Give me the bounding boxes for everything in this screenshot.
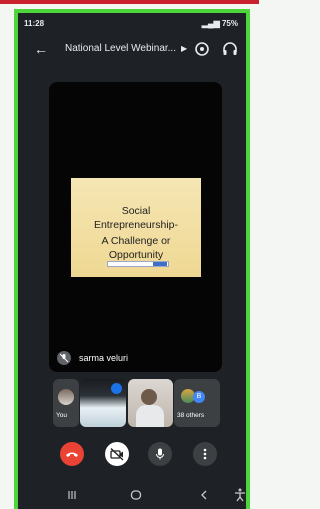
more-vert-icon (203, 448, 207, 460)
mic-toggle-button[interactable] (148, 442, 172, 466)
chevron-right-icon[interactable]: ▶ (181, 42, 187, 56)
app-header: ← National Level Webinar... ▶ (18, 41, 246, 61)
system-nav-bar (18, 487, 246, 505)
top-accent-bar (0, 0, 259, 4)
end-call-button[interactable] (60, 442, 84, 466)
slide-strip-button (153, 262, 167, 266)
tile-active-speaker[interactable] (80, 379, 126, 427)
avatar-initial: B (193, 391, 205, 403)
phone-hangup-icon (66, 452, 78, 457)
speaking-indicator-icon (111, 383, 122, 394)
mic-muted-icon (57, 351, 71, 365)
participant-strip: You B 38 others (53, 379, 223, 427)
slide-line-4: Opportunity (108, 249, 164, 261)
slide-line-2: Entrepreneurship- (93, 219, 179, 231)
tile-others[interactable]: B 38 others (174, 379, 220, 427)
status-time: 11:28 (24, 18, 45, 28)
presentation-view[interactable]: Social Entrepreneurship- A Challenge or … (49, 82, 222, 372)
tile-participant[interactable] (128, 379, 173, 427)
home-icon[interactable] (128, 487, 144, 503)
accessibility-icon[interactable] (232, 487, 246, 503)
slide-line-3: A Challenge or (101, 235, 171, 247)
mic-icon (156, 448, 164, 460)
call-controls (18, 442, 246, 466)
participant-head (141, 389, 157, 405)
signal-icon: ▂▄▆ (201, 18, 222, 28)
slide: Social Entrepreneurship- A Challenge or … (71, 178, 201, 277)
tile-you-label: You (56, 412, 67, 419)
avatar (58, 389, 74, 405)
phone-screen: 11:28 ▂▄▆ 75% ← National Level Webinar..… (18, 13, 246, 509)
more-options-button[interactable] (193, 442, 217, 466)
tile-others-label: 38 others (177, 412, 205, 419)
battery-level: 75% (221, 18, 238, 28)
meeting-title[interactable]: National Level Webinar... (65, 43, 176, 54)
slide-line-1: Social (121, 205, 151, 217)
switch-camera-icon[interactable] (194, 41, 210, 57)
slide-input-strip (107, 261, 169, 267)
status-right: ▂▄▆ 75% (202, 17, 238, 29)
presenter-name: sarma veluri (79, 353, 129, 363)
tile-you[interactable]: You (53, 379, 79, 427)
nav-back-icon[interactable] (196, 487, 212, 503)
camera-off-icon (110, 448, 124, 461)
camera-toggle-button[interactable] (105, 442, 129, 466)
participant-body (136, 405, 164, 427)
back-arrow-icon[interactable]: ← (34, 41, 50, 57)
headphones-icon[interactable] (222, 41, 238, 57)
recents-icon[interactable] (64, 487, 80, 503)
